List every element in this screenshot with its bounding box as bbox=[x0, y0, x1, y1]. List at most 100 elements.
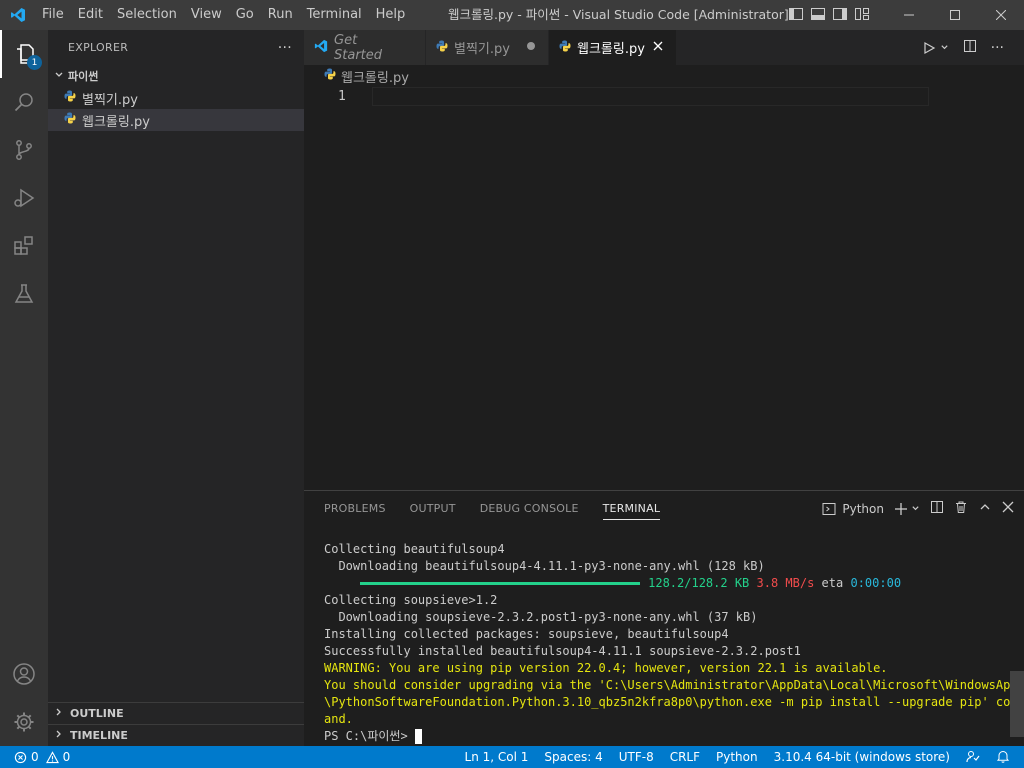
toggle-secondary-sidebar-icon[interactable] bbox=[832, 6, 848, 22]
editor-actions: ··· bbox=[922, 30, 1004, 65]
warning-icon bbox=[45, 750, 59, 763]
close-tab-icon[interactable] bbox=[653, 40, 663, 55]
menu-help[interactable]: Help bbox=[369, 0, 413, 30]
file-item-webcrawling[interactable]: 웹크롤링.py bbox=[48, 109, 304, 131]
kill-terminal-trash-icon[interactable] bbox=[954, 500, 968, 517]
terminal-scrollbar[interactable] bbox=[1010, 671, 1024, 737]
end-of-line[interactable]: CRLF bbox=[670, 750, 700, 764]
minimize-button[interactable] bbox=[886, 0, 932, 30]
explorer-icon[interactable]: 1 bbox=[0, 30, 48, 78]
window-controls bbox=[886, 0, 1024, 30]
encoding[interactable]: UTF-8 bbox=[619, 750, 654, 764]
tab-debug-console[interactable]: DEBUG CONSOLE bbox=[480, 491, 579, 526]
maximize-panel-chevron-up-icon[interactable] bbox=[978, 500, 992, 517]
eta-label: eta bbox=[821, 576, 844, 590]
file-item-byeoljjikgi[interactable]: 별찍기.py bbox=[48, 87, 304, 109]
source-control-icon[interactable] bbox=[0, 126, 48, 174]
menu-edit[interactable]: Edit bbox=[71, 0, 110, 30]
new-terminal-icon[interactable] bbox=[894, 502, 920, 516]
terminal-line: Installing collected packages: soupsieve… bbox=[324, 627, 729, 641]
menu-file[interactable]: File bbox=[35, 0, 71, 30]
line-number: 1 bbox=[338, 89, 346, 104]
menu-selection[interactable]: Selection bbox=[110, 0, 184, 30]
editor-tabs: Get Started 별찍기.py 웹크롤링.py ··· bbox=[304, 30, 1024, 65]
tab-label: Get Started bbox=[334, 32, 383, 63]
warning-count: 0 bbox=[62, 750, 71, 764]
menu-go[interactable]: Go bbox=[229, 0, 261, 30]
terminal-line: Downloading beautifulsoup4-4.11.1-py3-no… bbox=[324, 559, 765, 573]
activity-bar: 1 bbox=[0, 30, 48, 746]
explorer-sidebar: EXPLORER ··· 파이썬 별찍기.py 웹크롤링.py OUTLINE … bbox=[48, 30, 304, 746]
tab-label: 별찍기.py bbox=[454, 42, 510, 57]
tab-byeoljjikgi[interactable]: 별찍기.py bbox=[426, 30, 549, 65]
toggle-panel-icon[interactable] bbox=[810, 6, 826, 22]
python-interpreter[interactable]: 3.10.4 64-bit (windows store) bbox=[774, 750, 950, 764]
error-count: 0 bbox=[31, 750, 39, 764]
terminal-output[interactable]: Collecting beautifulsoup4 Downloading be… bbox=[324, 541, 1024, 745]
tab-label: 웹크롤링.py bbox=[577, 42, 645, 57]
python-file-icon bbox=[324, 68, 336, 84]
outline-section[interactable]: OUTLINE bbox=[48, 702, 304, 724]
extensions-icon[interactable] bbox=[0, 222, 48, 270]
cursor-position[interactable]: Ln 1, Col 1 bbox=[465, 750, 529, 764]
menu-view[interactable]: View bbox=[184, 0, 229, 30]
run-and-debug-icon[interactable] bbox=[0, 174, 48, 222]
download-size: 128.2/128.2 KB bbox=[648, 576, 750, 590]
testing-flask-icon[interactable] bbox=[0, 270, 48, 318]
split-editor-icon[interactable] bbox=[963, 39, 977, 57]
breadcrumb-file: 웹크롤링.py bbox=[341, 70, 409, 86]
split-terminal-icon[interactable] bbox=[930, 500, 944, 517]
download-speed: 3.8 MB/s bbox=[756, 576, 815, 590]
terminal-cursor bbox=[414, 729, 422, 744]
close-button[interactable] bbox=[978, 0, 1024, 30]
manage-gear-icon[interactable] bbox=[0, 698, 48, 746]
chevron-down-icon bbox=[54, 70, 64, 83]
accounts-icon[interactable] bbox=[0, 650, 48, 698]
python-file-icon bbox=[64, 112, 76, 128]
language-mode[interactable]: Python bbox=[716, 750, 758, 764]
download-eta: 0:00:00 bbox=[850, 576, 902, 590]
menu-terminal[interactable]: Terminal bbox=[300, 0, 369, 30]
tab-problems[interactable]: PROBLEMS bbox=[324, 491, 386, 526]
run-python-file-icon[interactable] bbox=[922, 41, 949, 55]
tab-get-started[interactable]: Get Started bbox=[304, 30, 426, 65]
python-file-icon bbox=[559, 40, 571, 56]
explorer-header: EXPLORER ··· bbox=[48, 30, 304, 65]
terminal-icon bbox=[822, 502, 836, 515]
customize-layout-icon[interactable] bbox=[854, 6, 870, 22]
error-icon bbox=[14, 751, 27, 763]
terminal-prompt: PS C:\파이썬> bbox=[324, 729, 415, 743]
tab-terminal[interactable]: TERMINAL bbox=[602, 498, 661, 520]
file-name: 웹크롤링.py bbox=[82, 114, 150, 130]
folder-row[interactable]: 파이썬 bbox=[48, 65, 304, 87]
timeline-section[interactable]: TIMELINE bbox=[48, 724, 304, 746]
outline-label: OUTLINE bbox=[70, 707, 124, 720]
menu-bar: File Edit Selection View Go Run Terminal… bbox=[35, 0, 412, 30]
tab-output[interactable]: OUTPUT bbox=[410, 491, 456, 526]
unsaved-dot-icon[interactable] bbox=[526, 40, 536, 55]
download-progress-bar bbox=[360, 582, 641, 585]
chevron-right-icon bbox=[54, 707, 64, 720]
feedback-icon[interactable] bbox=[966, 749, 980, 766]
menu-run[interactable]: Run bbox=[261, 0, 300, 30]
folder-name: 파이썬 bbox=[68, 70, 99, 83]
explorer-badge: 1 bbox=[27, 55, 42, 70]
indentation[interactable]: Spaces: 4 bbox=[544, 750, 602, 764]
tab-webcrawling[interactable]: 웹크롤링.py bbox=[549, 30, 677, 65]
problems-status[interactable]: 0 0 bbox=[14, 746, 70, 768]
search-icon[interactable] bbox=[0, 78, 48, 126]
terminal-selector[interactable]: Python bbox=[822, 502, 884, 516]
notifications-bell-icon[interactable] bbox=[996, 749, 1010, 766]
chevron-right-icon bbox=[54, 729, 64, 742]
file-name: 별찍기.py bbox=[82, 92, 138, 108]
more-actions-icon[interactable]: ··· bbox=[991, 40, 1004, 56]
terminal-warning-line: and. bbox=[324, 712, 353, 726]
code-editor[interactable]: 1 bbox=[304, 87, 1024, 490]
more-actions-icon[interactable]: ··· bbox=[278, 40, 292, 56]
close-panel-icon[interactable] bbox=[1002, 501, 1014, 516]
terminal-line: Collecting soupsieve>1.2 bbox=[324, 593, 498, 607]
breadcrumb[interactable]: 웹크롤링.py bbox=[304, 65, 409, 87]
panel-actions: Python bbox=[822, 491, 1014, 526]
toggle-primary-sidebar-icon[interactable] bbox=[788, 6, 804, 22]
maximize-button[interactable] bbox=[932, 0, 978, 30]
